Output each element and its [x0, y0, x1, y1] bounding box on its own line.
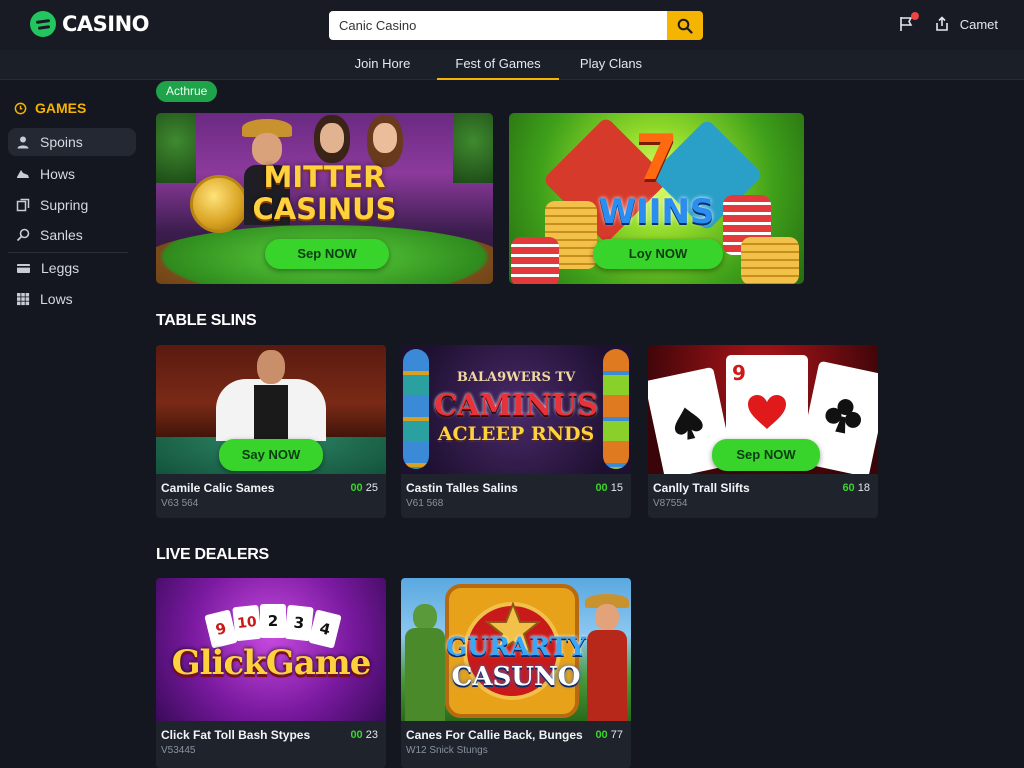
logo-text: CASINO — [62, 12, 150, 36]
section-title-live: LIVE DEALERS — [156, 546, 269, 563]
sidebar-title: GAMES — [14, 100, 86, 116]
sidebar-item-supring[interactable]: Supring — [8, 191, 136, 219]
game-count: 00 25 — [350, 482, 378, 494]
thumb-title: GURARTY — [445, 632, 587, 661]
banner-seven: 7 — [634, 121, 679, 194]
search-bar — [329, 11, 703, 40]
game-meta: V87554 — [653, 498, 688, 509]
dealer-vest — [254, 385, 288, 441]
banner-title-line1: MITTER — [263, 160, 386, 194]
thumb-subtitle: ACLEEP RNDS — [437, 423, 595, 445]
game-count: 00 15 — [595, 482, 623, 494]
notification-flag-icon[interactable] — [898, 12, 919, 33]
search-icon — [16, 228, 30, 242]
game-card[interactable]: BALA9WERS TV CAMINUS ACLEEP RNDS Castin … — [401, 345, 631, 518]
game-card[interactable]: Say NOW Camile Calic Sames V63 564 00 25 — [156, 345, 386, 518]
game-name: Canlly Trall Slifts — [653, 481, 750, 495]
game-meta: W12 Snick Stungs — [406, 745, 488, 756]
game-count: 00 23 — [350, 729, 378, 741]
account-label: Camet — [959, 16, 998, 32]
logo-icon — [30, 11, 56, 37]
card-cta-button[interactable]: Say NOW — [219, 439, 323, 471]
card-cta-button[interactable]: Sep NOW — [712, 439, 820, 471]
search-button[interactable] — [667, 11, 703, 40]
game-card[interactable]: GURARTY CASUNO Canes For Callie Back, Bu… — [401, 578, 631, 768]
game-name: Canes For Callie Back, Bunges — [406, 728, 583, 742]
sidebar-divider — [8, 252, 128, 253]
game-meta: V63 564 — [161, 498, 199, 509]
game-count: 00 77 — [595, 729, 623, 741]
red-chip-stack-icon — [511, 237, 559, 284]
search-input[interactable] — [329, 11, 667, 40]
account-button[interactable]: Camet — [934, 16, 998, 32]
banner-cta-button[interactable]: Sep NOW — [265, 239, 389, 269]
grid-icon — [17, 293, 30, 306]
nav-item-clans[interactable]: Play Clans — [575, 50, 647, 80]
club-icon — [825, 399, 862, 434]
game-thumbnail: Say NOW — [156, 345, 386, 474]
section-title-table: TABLE SLINS — [156, 312, 257, 329]
sidebar-item-lows[interactable]: Lows — [8, 285, 136, 313]
sidebar-item-hows[interactable]: Hows — [8, 160, 136, 188]
game-name: Castin Talles Salins — [406, 481, 518, 495]
nav-item-join[interactable]: Join Hore — [345, 50, 420, 80]
playing-cards-row: 9 10 2 3 4 — [204, 604, 342, 649]
promo-banner-mitter[interactable]: MITTER CASINUS Sep NOW — [156, 113, 493, 284]
gold-coin-stack-icon — [741, 237, 799, 284]
thumb-caption: BALA9WERS TV — [456, 370, 576, 385]
logo[interactable]: CASINO — [30, 11, 150, 37]
thumb-title: CAMINUS — [434, 388, 598, 422]
game-name: Click Fat Toll Bash Stypes — [161, 728, 311, 742]
heart-icon — [748, 395, 786, 429]
game-meta: V61 568 — [406, 498, 444, 509]
thumb-title: GlickGame — [171, 643, 372, 683]
header-actions: Camet — [898, 12, 998, 33]
game-thumbnail: BALA9WERS TV CAMINUS ACLEEP RNDS — [401, 345, 631, 474]
game-thumbnail: 9 Sep NOW — [648, 345, 878, 474]
banner-title-line2: CASINUS — [252, 192, 397, 226]
nav-item-games[interactable]: Fest of Games — [437, 50, 559, 80]
share-icon — [935, 16, 948, 31]
spade-icon — [674, 407, 703, 440]
clock-icon — [14, 102, 27, 114]
shoe-icon — [17, 170, 29, 178]
search-icon — [677, 18, 693, 34]
orc-character — [405, 604, 445, 721]
banner-cta-button[interactable]: Loy NOW — [593, 239, 723, 269]
top-header: CASINO Camet — [0, 0, 1024, 50]
promo-banner-wins[interactable]: 7 WIINS Loy NOW — [509, 113, 804, 284]
copy-icon — [16, 198, 30, 212]
sidebar-item-spoins[interactable]: Spoins — [8, 128, 136, 156]
game-count: 60 18 — [842, 482, 870, 494]
game-card[interactable]: 9 Sep NOW Canlly Trall Slifts V87554 60 … — [648, 345, 878, 518]
sidebar-item-sanles[interactable]: Sanles — [8, 221, 136, 249]
game-card[interactable]: 9 10 2 3 4 GlickGame Click Fat Toll Bash… — [156, 578, 386, 768]
main-nav: Join Hore Fest of Games Play Clans — [0, 50, 1024, 80]
sidebar-item-leggs[interactable]: Leggs — [8, 254, 136, 282]
game-thumbnail: 9 10 2 3 4 GlickGame — [156, 578, 386, 721]
notification-badge — [910, 12, 919, 20]
dealer-head — [257, 350, 285, 384]
thumb-subtitle: CASUNO — [451, 662, 581, 692]
game-name: Camile Calic Sames — [161, 481, 275, 495]
filter-pill[interactable]: Acthrue — [156, 81, 218, 102]
card-icon — [17, 264, 30, 273]
game-meta: V53445 — [161, 745, 196, 756]
game-thumbnail: GURARTY CASUNO — [401, 578, 631, 721]
user-icon — [17, 136, 29, 149]
